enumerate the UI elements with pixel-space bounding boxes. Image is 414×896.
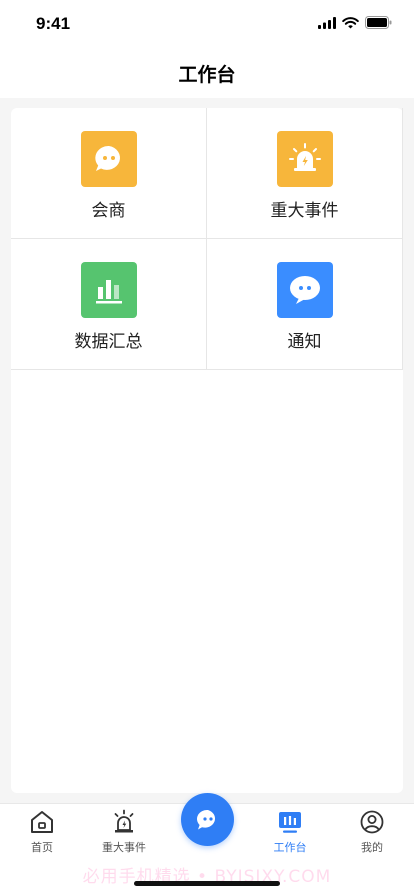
tab-label: 工作台 [273, 841, 307, 854]
function-grid: 会商 重大事件 数据汇总 通知 [11, 108, 403, 370]
status-icons [318, 16, 392, 29]
status-bar: 9:41 [0, 0, 414, 48]
wifi-icon [342, 16, 359, 28]
home-indicator [134, 881, 280, 886]
tab-label: 我的 [361, 841, 383, 854]
grid-item-label: 会商 [91, 201, 126, 221]
signal-icon [318, 16, 336, 29]
tab-major-events[interactable]: 重大事件 [88, 809, 160, 859]
workbench-card: 会商 重大事件 数据汇总 通知 [11, 108, 403, 793]
nav-bar: 工作台 [0, 48, 414, 98]
alarm-light-icon [114, 809, 134, 833]
status-time: 9:41 [36, 14, 71, 33]
tab-workbench[interactable]: 工作台 [254, 809, 326, 859]
battery-icon [365, 16, 392, 29]
chat-icon [196, 809, 215, 829]
bar-chart-icon [81, 262, 137, 318]
grid-item-major-events[interactable]: 重大事件 [207, 108, 403, 239]
message-icon [277, 262, 333, 318]
alarm-light-icon [277, 131, 333, 187]
center-chat-button[interactable] [181, 793, 234, 846]
tab-label: 重大事件 [102, 841, 146, 854]
grid-item-label: 数据汇总 [74, 332, 143, 352]
tab-home[interactable]: 首页 [6, 809, 78, 859]
tab-mine[interactable]: 我的 [336, 809, 408, 859]
monitor-icon [279, 812, 301, 833]
grid-item-consultation[interactable]: 会商 [11, 108, 207, 239]
tab-label: 首页 [31, 841, 53, 854]
grid-item-notification[interactable]: 通知 [207, 239, 403, 370]
grid-item-data-summary[interactable]: 数据汇总 [11, 239, 207, 370]
chat-bubble-icon [81, 131, 137, 187]
page-title: 工作台 [178, 64, 236, 86]
grid-item-label: 通知 [287, 332, 322, 352]
home-icon [31, 811, 53, 833]
user-icon [360, 810, 384, 834]
grid-item-label: 重大事件 [270, 201, 339, 221]
